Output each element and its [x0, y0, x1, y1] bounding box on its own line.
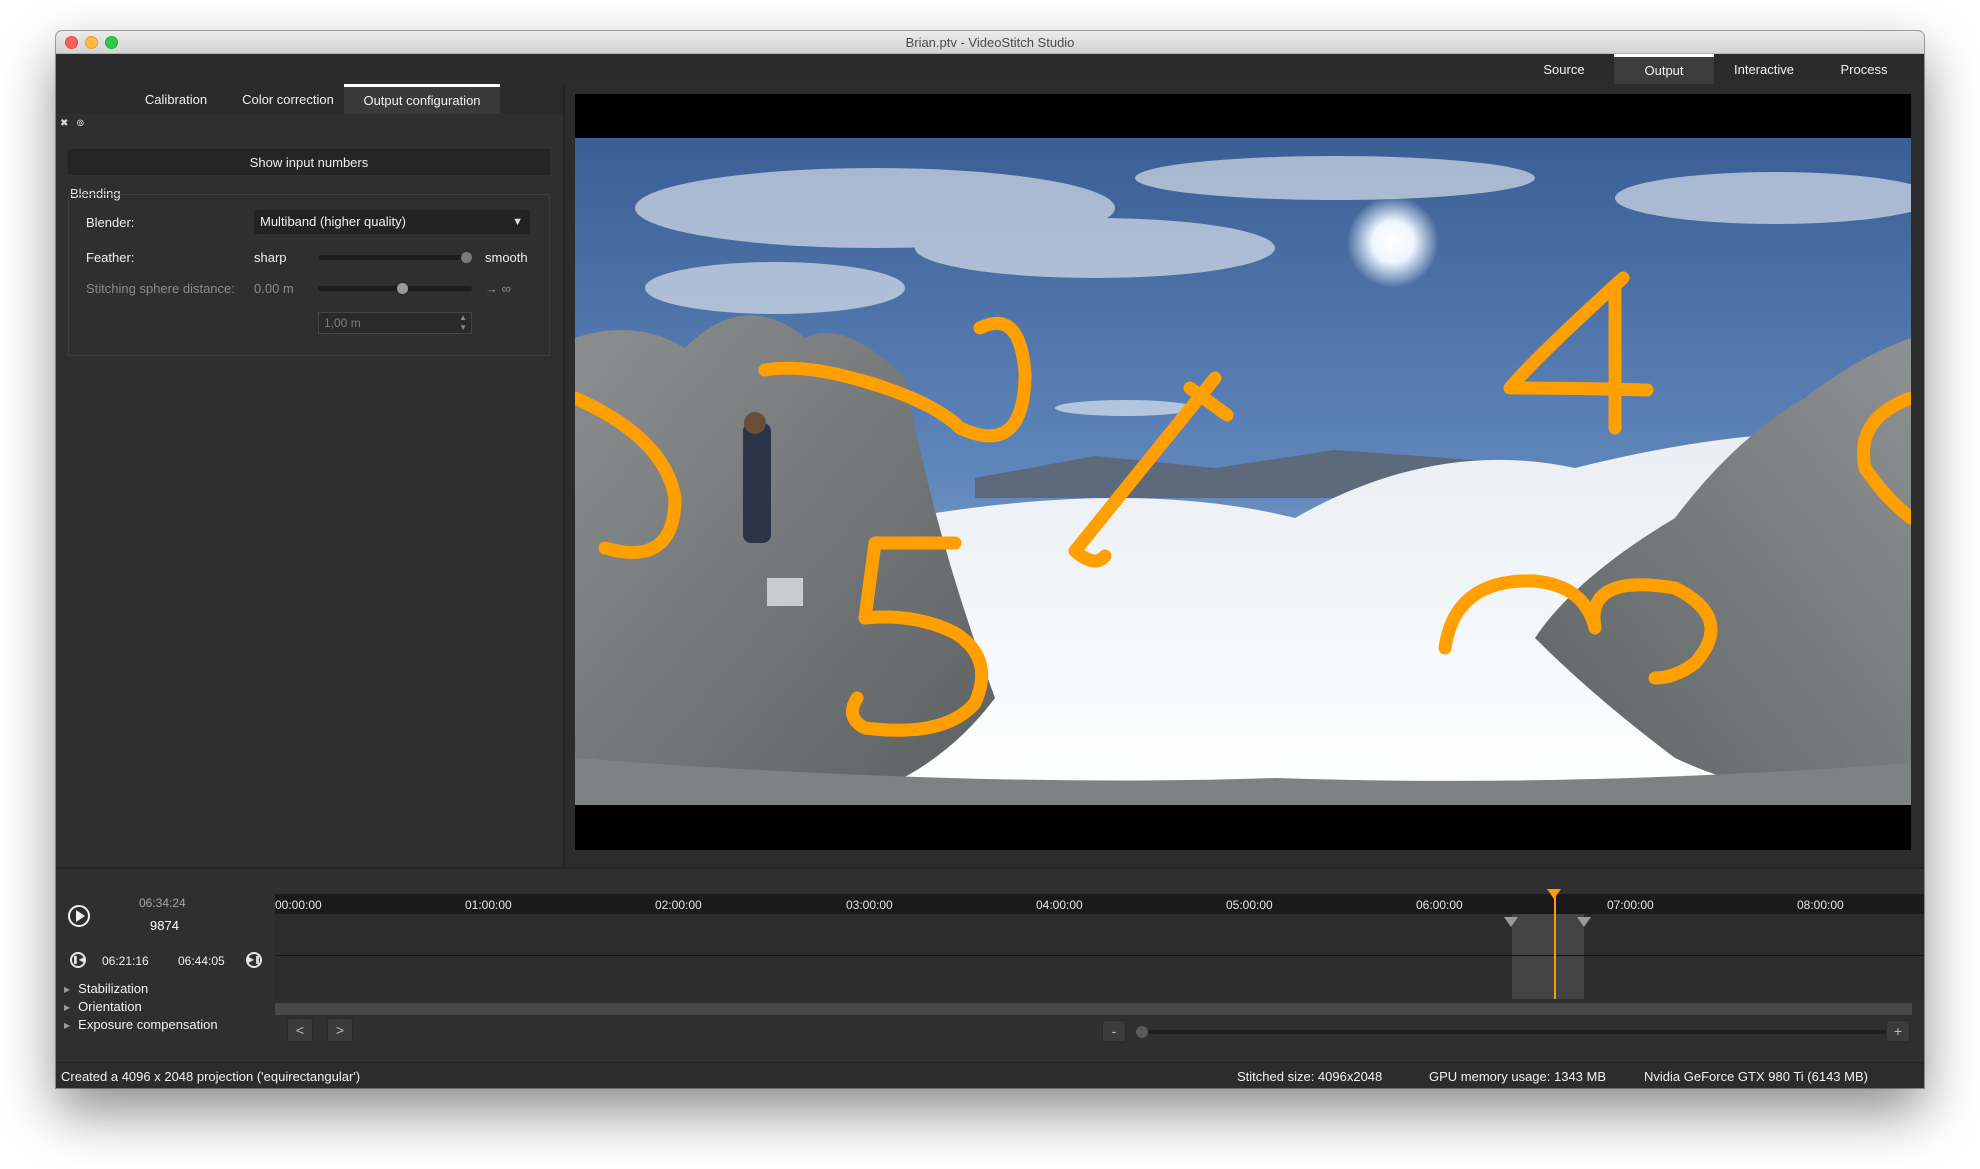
expand-triangle-icon[interactable]: ▶ [64, 985, 70, 994]
sphere-distance-slider-handle[interactable] [396, 283, 408, 294]
ruler-label: 05:00:00 [1226, 898, 1273, 912]
video-frame [575, 94, 1911, 850]
zoom-slider[interactable] [1141, 1030, 1886, 1034]
go-to-out-point-button[interactable]: ▶❚ [246, 952, 262, 968]
spin-arrows-icon[interactable]: ▲ ▼ [459, 313, 467, 333]
blender-select[interactable]: Multiband (higher quality) ▼ [254, 210, 530, 234]
playhead[interactable] [1554, 894, 1556, 999]
show-input-numbers-button[interactable]: Show input numbers [68, 149, 550, 175]
in-marker-icon[interactable] [1504, 917, 1518, 927]
previous-button[interactable]: < [287, 1018, 313, 1042]
title-bar: Brian.ptv - VideoStitch Studio [56, 31, 1924, 54]
ruler-label: 04:00:00 [1036, 898, 1083, 912]
sun [1347, 196, 1439, 288]
current-frame[interactable]: 9874 [150, 918, 179, 933]
timeline-tracks[interactable] [275, 894, 1924, 999]
gpu-memory-usage: GPU memory usage: 1343 MB [1429, 1069, 1607, 1084]
blender-select-value: Multiband (higher quality) [260, 214, 406, 229]
timeline-scrollbar[interactable] [275, 1003, 1912, 1015]
playhead-marker-icon[interactable] [1547, 889, 1561, 899]
ruler-label: 02:00:00 [655, 898, 702, 912]
next-button[interactable]: > [327, 1018, 353, 1042]
current-timecode: 06:34:24 [139, 896, 186, 910]
sphere-distance-label: Stitching sphere distance: [86, 281, 235, 296]
out-marker-icon[interactable] [1577, 917, 1591, 927]
feather-max-label: smooth [485, 250, 528, 265]
minimize-window-button[interactable] [85, 36, 98, 49]
timeline-ruler[interactable]: 00:00:00 01:00:00 02:00:00 03:00:00 04:0… [275, 894, 1924, 914]
tree-item-exposure-compensation[interactable]: ▶ Exposure compensation [64, 1017, 218, 1032]
tab-process[interactable]: Process [1814, 54, 1914, 84]
ruler-label: 08:00:00 [1797, 898, 1844, 912]
maximize-window-button[interactable] [105, 36, 118, 49]
ruler-label: 00:00:00 [275, 898, 322, 912]
sphere-distance-slider[interactable] [318, 286, 472, 291]
gpu-name: Nvidia GeForce GTX 980 Ti (6143 MB) [1644, 1069, 1868, 1084]
blender-label: Blender: [86, 215, 135, 230]
ruler-label: 03:00:00 [846, 898, 893, 912]
expand-triangle-icon[interactable]: ▶ [64, 1003, 70, 1012]
feather-slider-handle[interactable] [461, 252, 472, 263]
status-message: Created a 4096 x 2048 projection ('equir… [61, 1069, 361, 1084]
tab-output-configuration[interactable]: Output configuration [344, 84, 500, 114]
timeline-area: 06:34:24 9874 ❚◀ 06:21:16 06:44:05 ▶❚ ▶ S… [56, 867, 1924, 1062]
in-point-timecode[interactable]: 06:21:16 [102, 954, 149, 968]
sphere-distance-input-value: 1,00 m [324, 316, 361, 330]
sphere-distance-value: 0.00 m [254, 281, 294, 296]
tab-interactive[interactable]: Interactive [1714, 54, 1814, 84]
tab-calibration[interactable]: Calibration [120, 84, 232, 114]
feather-slider[interactable] [318, 255, 472, 260]
window-title: Brian.ptv - VideoStitch Studio [905, 35, 1075, 50]
expand-triangle-icon[interactable]: ▶ [64, 1021, 70, 1030]
link-icon[interactable]: ⊚ [76, 118, 84, 129]
ruler-label: 07:00:00 [1607, 898, 1654, 912]
panel-icons: ✖ ⊚ [60, 118, 90, 129]
chevron-down-icon: ▼ [512, 216, 523, 228]
app-window: Brian.ptv - VideoStitch Studio Source Ou… [56, 31, 1924, 1088]
sphere-distance-max-label: → ∞ [485, 281, 511, 296]
sphere-distance-input[interactable]: 1,00 m ▲ ▼ [318, 312, 472, 334]
mode-tab-bar: Source Output Interactive Process [56, 54, 1924, 84]
feather-label: Feather: [86, 250, 135, 265]
track-divider [275, 955, 1924, 956]
ruler-label: 01:00:00 [465, 898, 512, 912]
out-point-timecode[interactable]: 06:44:05 [178, 954, 225, 968]
close-icon[interactable]: ✖ [60, 118, 68, 129]
tree-item-orientation[interactable]: ▶ Orientation [64, 999, 142, 1014]
tree-item-stabilization[interactable]: ▶ Stabilization [64, 981, 148, 996]
close-window-button[interactable] [65, 36, 78, 49]
output-viewer [563, 84, 1924, 896]
zoom-out-button[interactable]: - [1102, 1020, 1126, 1042]
ruler-label: 06:00:00 [1416, 898, 1463, 912]
go-to-in-point-button[interactable]: ❚◀ [70, 952, 86, 968]
tab-output[interactable]: Output [1614, 54, 1714, 84]
settings-panel: Calibration Color correction Output conf… [56, 84, 563, 896]
panorama-preview[interactable] [575, 138, 1911, 805]
zoom-slider-handle[interactable] [1136, 1026, 1148, 1038]
tab-color-correction[interactable]: Color correction [232, 84, 344, 114]
feather-min-label: sharp [254, 250, 287, 265]
settings-tab-bar: Calibration Color correction Output conf… [56, 84, 563, 114]
play-button[interactable] [68, 905, 90, 927]
status-bar: Created a 4096 x 2048 projection ('equir… [56, 1062, 1924, 1088]
in-out-selection [1512, 914, 1584, 999]
stitched-size: Stitched size: 4096x2048 [1237, 1069, 1383, 1084]
zoom-in-button[interactable]: + [1886, 1020, 1910, 1042]
tab-source[interactable]: Source [1514, 54, 1614, 84]
